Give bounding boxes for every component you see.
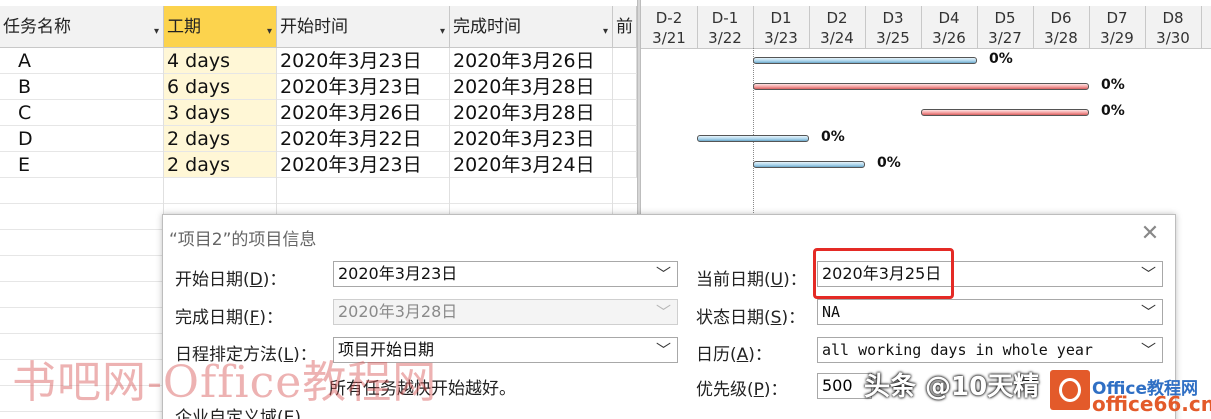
task-name-header[interactable]: 任务名称 ▾ bbox=[0, 6, 164, 48]
timescale-day-label: D2 bbox=[826, 9, 848, 27]
column-label: 完成时间 bbox=[453, 17, 521, 37]
status-date-combo[interactable]: NA ﹀ bbox=[817, 299, 1163, 325]
task-percent-label: 0% bbox=[989, 51, 1013, 67]
filter-dropdown-icon[interactable]: ▾ bbox=[440, 26, 445, 37]
task-cell-start[interactable]: 2020年3月23日 bbox=[277, 152, 450, 178]
finish-header[interactable]: 完成时间 ▾ bbox=[450, 6, 613, 48]
task-cell-finish[interactable]: 2020年3月28日 bbox=[450, 100, 613, 126]
timescale-date-label: 3/29 bbox=[1100, 29, 1134, 47]
timescale-day-label: D6 bbox=[1050, 9, 1072, 27]
task-cell-start[interactable]: 2020年3月23日 bbox=[277, 48, 450, 74]
task-bar-E[interactable] bbox=[753, 161, 865, 168]
current-date-label: 当前日期(U)： bbox=[696, 270, 807, 290]
start-date-combo[interactable]: 2020年3月23日 ﹀ bbox=[333, 261, 678, 287]
task-cell-duration[interactable]: 4 days bbox=[164, 48, 277, 74]
finish-date-combo: 2020年3月28日 ﹀ bbox=[333, 299, 678, 325]
calendar-label: 日历(A)： bbox=[696, 345, 772, 365]
timescale-day-label: D3 bbox=[882, 9, 904, 27]
chevron-down-icon[interactable]: ﹀ bbox=[1141, 262, 1156, 286]
close-icon[interactable]: ✕ bbox=[1137, 221, 1163, 246]
chevron-down-icon[interactable]: ﹀ bbox=[656, 338, 671, 362]
timescale-date-label: 3/26 bbox=[932, 29, 966, 47]
filter-dropdown-icon[interactable]: ▾ bbox=[267, 26, 272, 37]
task-cell-name[interactable]: D bbox=[0, 126, 164, 152]
task-cell-finish[interactable]: 2020年3月28日 bbox=[450, 74, 613, 100]
timescale-date-label: 3/25 bbox=[876, 29, 910, 47]
task-cell-finish[interactable]: 2020年3月24日 bbox=[450, 152, 613, 178]
project-window: 任务名称 ▾ 工期 ▾ 开始时间 ▾ 完成时间 ▾ 前 A 4 days 2020年3月23日 2020… bbox=[0, 0, 1211, 419]
task-percent-label: 0% bbox=[821, 129, 845, 145]
task-percent-label: 0% bbox=[1101, 103, 1125, 119]
task-cell-name[interactable]: E bbox=[0, 152, 164, 178]
task-bar-A[interactable] bbox=[753, 57, 977, 64]
timescale-date-label: 3/21 bbox=[652, 29, 686, 47]
task-cell-duration[interactable]: 3 days bbox=[164, 100, 277, 126]
timescale-day-label: D5 bbox=[994, 9, 1016, 27]
start-date-label: 开始日期(D)： bbox=[175, 270, 287, 290]
timescale-day-label: D-1 bbox=[711, 9, 739, 27]
chevron-down-icon[interactable]: ﹀ bbox=[1141, 300, 1156, 324]
timescale-day-label: D1 bbox=[770, 9, 792, 27]
timescale-date-label: 3/28 bbox=[1044, 29, 1078, 47]
task-cell-duration[interactable]: 2 days bbox=[164, 152, 277, 178]
column-label: 工期 bbox=[167, 17, 201, 37]
column-label: 开始时间 bbox=[280, 17, 348, 37]
timescale-separator bbox=[1201, 6, 1202, 48]
task-cell-start[interactable]: 2020年3月22日 bbox=[277, 126, 450, 152]
watermark-toutiao: 头条 @10天精 bbox=[864, 372, 1040, 402]
column-label: 前 bbox=[616, 17, 633, 37]
dialog-title: “项目2”的项目信息 bbox=[169, 230, 317, 250]
timescale-date-label: 3/30 bbox=[1156, 29, 1190, 47]
status-date-label: 状态日期(S)： bbox=[696, 308, 806, 328]
timescale-date-label: 3/23 bbox=[764, 29, 798, 47]
task-cell-predecessors[interactable] bbox=[613, 126, 637, 152]
task-cell-name[interactable]: B bbox=[0, 74, 164, 100]
task-cell-duration[interactable]: 2 days bbox=[164, 126, 277, 152]
task-cell-predecessors[interactable] bbox=[613, 74, 637, 100]
task-cell-name[interactable]: C bbox=[0, 100, 164, 126]
watermark-url: office66.cn bbox=[1092, 392, 1211, 416]
chevron-down-icon[interactable]: ﹀ bbox=[1141, 338, 1156, 362]
task-cell-predecessors[interactable] bbox=[613, 100, 637, 126]
timescale-day-label: D7 bbox=[1106, 9, 1128, 27]
duration-header[interactable]: 工期 ▾ bbox=[164, 6, 277, 48]
office-logo-icon bbox=[1050, 370, 1090, 410]
task-cell-predecessors[interactable] bbox=[613, 152, 637, 178]
current-date-highlight-box bbox=[813, 248, 954, 299]
task-percent-label: 0% bbox=[877, 155, 901, 171]
task-cell-name[interactable]: A bbox=[0, 48, 164, 74]
watermark-left: 书吧网-Office教程网 bbox=[12, 357, 438, 408]
task-cell-start[interactable]: 2020年3月23日 bbox=[277, 74, 450, 100]
task-cell-duration[interactable]: 6 days bbox=[164, 74, 277, 100]
filter-dropdown-icon[interactable]: ▾ bbox=[154, 26, 159, 37]
task-percent-label: 0% bbox=[1101, 77, 1125, 93]
predecessors-header[interactable]: 前 bbox=[613, 6, 637, 48]
calendar-combo[interactable]: all working days in whole year ﹀ bbox=[817, 337, 1163, 363]
task-cell-start[interactable]: 2020年3月26日 bbox=[277, 100, 450, 126]
timescale-date-label: 3/27 bbox=[988, 29, 1022, 47]
task-cell-predecessors[interactable] bbox=[613, 48, 637, 74]
empty-row-line bbox=[0, 203, 637, 204]
timescale-day-label: D-2 bbox=[655, 9, 683, 27]
chevron-down-icon: ﹀ bbox=[655, 303, 671, 321]
timescale-date-label: 3/24 bbox=[820, 29, 854, 47]
chevron-down-icon[interactable]: ﹀ bbox=[656, 262, 671, 286]
priority-label: 优先级(P)： bbox=[696, 380, 788, 400]
start-header[interactable]: 开始时间 ▾ bbox=[277, 6, 450, 48]
column-label: 任务名称 bbox=[3, 17, 71, 37]
task-cell-finish[interactable]: 2020年3月23日 bbox=[450, 126, 613, 152]
finish-date-label: 完成日期(F)： bbox=[175, 308, 284, 328]
task-bar-C[interactable] bbox=[921, 109, 1089, 116]
task-bar-B[interactable] bbox=[753, 83, 1089, 90]
timescale-day-label: D8 bbox=[1162, 9, 1184, 27]
timescale-day-label: D4 bbox=[938, 9, 960, 27]
task-cell-finish[interactable]: 2020年3月26日 bbox=[450, 48, 613, 74]
task-bar-D[interactable] bbox=[697, 135, 809, 142]
filter-dropdown-icon[interactable]: ▾ bbox=[603, 26, 608, 37]
timescale-date-label: 3/22 bbox=[708, 29, 742, 47]
